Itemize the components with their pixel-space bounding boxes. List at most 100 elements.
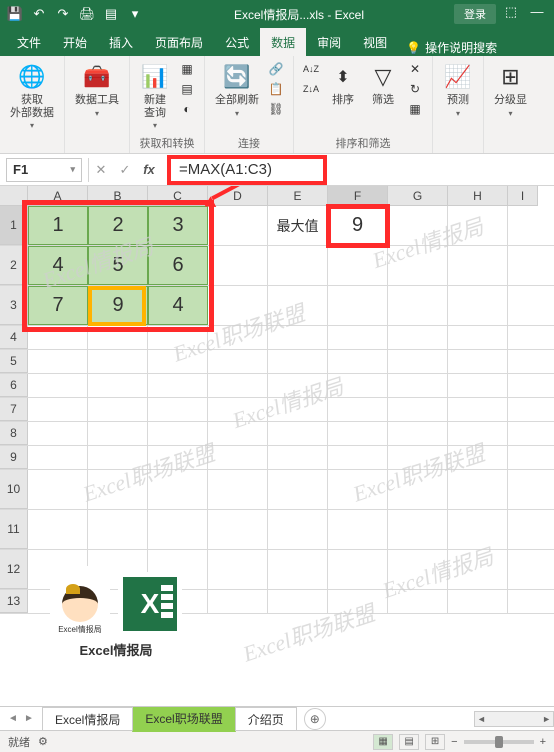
- accessibility-icon[interactable]: ⚙: [38, 735, 48, 748]
- rowhead-10[interactable]: 10: [0, 470, 28, 509]
- col-H[interactable]: H: [448, 186, 508, 206]
- enter-icon[interactable]: ✓: [113, 162, 137, 178]
- horizontal-scrollbar[interactable]: ◄ ►: [474, 711, 554, 727]
- cell-H3[interactable]: [448, 286, 508, 325]
- scroll-right-icon[interactable]: ►: [542, 714, 551, 724]
- login-button[interactable]: 登录: [454, 4, 496, 24]
- cell-C2[interactable]: 6: [148, 246, 208, 285]
- view-normal-icon[interactable]: ▦: [373, 734, 393, 750]
- minimize-icon[interactable]: —: [526, 4, 548, 24]
- rowhead-6[interactable]: 6: [0, 374, 28, 397]
- view-page-layout-icon[interactable]: ▤: [399, 734, 419, 750]
- undo-icon[interactable]: ↶: [30, 5, 48, 23]
- tell-me[interactable]: 💡 操作说明搜索: [406, 39, 497, 56]
- cell-G1[interactable]: [388, 206, 448, 245]
- connections-icon[interactable]: 🔗: [267, 60, 285, 78]
- tab-home[interactable]: 开始: [52, 28, 98, 56]
- filter-button[interactable]: ▽ 筛选: [366, 60, 400, 109]
- ribbon-options-icon[interactable]: ⬚: [500, 4, 522, 24]
- rowhead-3[interactable]: 3: [0, 286, 28, 325]
- get-external-data-button[interactable]: 🌐 获取 外部数据 ▾: [8, 60, 56, 132]
- rowhead-5[interactable]: 5: [0, 350, 28, 373]
- rowhead-11[interactable]: 11: [0, 510, 28, 549]
- rowhead-12[interactable]: 12: [0, 550, 28, 589]
- qat-dropdown-icon[interactable]: ▾: [126, 5, 144, 23]
- reapply-icon[interactable]: ↻: [406, 80, 424, 98]
- col-I[interactable]: I: [508, 186, 538, 206]
- sheet-tab-3[interactable]: 介绍页: [235, 707, 297, 731]
- col-F[interactable]: F: [328, 186, 388, 206]
- add-sheet-button[interactable]: ⊕: [304, 708, 326, 730]
- cell-F1[interactable]: 9: [328, 206, 388, 245]
- cell-F2[interactable]: [328, 246, 388, 285]
- rowhead-8[interactable]: 8: [0, 422, 28, 445]
- cell-H1[interactable]: [448, 206, 508, 245]
- sort-desc-icon[interactable]: Z↓A: [302, 80, 320, 98]
- tab-file[interactable]: 文件: [6, 28, 52, 56]
- cell-D2[interactable]: [208, 246, 268, 285]
- zoom-slider[interactable]: [464, 740, 534, 744]
- sheet-tab-1[interactable]: Excel情报局: [42, 707, 133, 731]
- tab-data[interactable]: 数据: [260, 28, 306, 56]
- cell-E3[interactable]: [268, 286, 328, 325]
- cell-D1[interactable]: [208, 206, 268, 245]
- col-A[interactable]: A: [28, 186, 88, 206]
- subtotal-button[interactable]: ⊞ 分级显 ▾: [492, 60, 529, 120]
- cell-C1[interactable]: 3: [148, 206, 208, 245]
- new-query-button[interactable]: 📊 新建 查询 ▾: [138, 60, 172, 132]
- rowhead-7[interactable]: 7: [0, 398, 28, 421]
- cell-A1[interactable]: 1: [28, 206, 88, 245]
- cell-F3[interactable]: [328, 286, 388, 325]
- zoom-in-icon[interactable]: +: [540, 736, 546, 748]
- tab-review[interactable]: 审阅: [306, 28, 352, 56]
- recent-sources-icon[interactable]: ◐: [178, 100, 196, 118]
- sheet-nav-next-icon[interactable]: ►: [22, 713, 36, 724]
- cell-A3[interactable]: 7: [28, 286, 88, 325]
- refresh-all-button[interactable]: 🔄 全部刷新 ▾: [213, 60, 261, 120]
- view-page-break-icon[interactable]: ⊞: [425, 734, 445, 750]
- properties-icon[interactable]: 📋: [267, 80, 285, 98]
- col-G[interactable]: G: [388, 186, 448, 206]
- cell-G3[interactable]: [388, 286, 448, 325]
- from-table-icon[interactable]: ▤: [178, 80, 196, 98]
- scroll-left-icon[interactable]: ◄: [477, 714, 486, 724]
- save-icon[interactable]: 💾: [6, 5, 24, 23]
- data-tools-button[interactable]: 🧰 数据工具 ▾: [73, 60, 121, 120]
- rowhead-1[interactable]: 1: [0, 206, 28, 245]
- rowhead-9[interactable]: 9: [0, 446, 28, 469]
- tab-formula[interactable]: 公式: [214, 28, 260, 56]
- tab-insert[interactable]: 插入: [98, 28, 144, 56]
- cell-B2[interactable]: 5: [88, 246, 148, 285]
- zoom-out-icon[interactable]: −: [451, 736, 457, 748]
- cell-D3[interactable]: [208, 286, 268, 325]
- sort-button[interactable]: ⬍ 排序: [326, 60, 360, 109]
- forecast-button[interactable]: 📈 预测 ▾: [441, 60, 475, 120]
- rowhead-13[interactable]: 13: [0, 590, 28, 613]
- col-B[interactable]: B: [88, 186, 148, 206]
- col-C[interactable]: C: [148, 186, 208, 206]
- rowhead-4[interactable]: 4: [0, 326, 28, 349]
- cancel-icon[interactable]: ✕: [89, 162, 113, 178]
- sheet-nav-prev-icon[interactable]: ◄: [6, 713, 20, 724]
- cell-G2[interactable]: [388, 246, 448, 285]
- cell-A4[interactable]: [28, 326, 88, 349]
- cell-B3[interactable]: 9: [88, 286, 148, 325]
- col-E[interactable]: E: [268, 186, 328, 206]
- edit-links-icon[interactable]: ⛓: [267, 100, 285, 118]
- formula-bar-highlight[interactable]: =MAX(A1:C3): [167, 155, 327, 185]
- show-queries-icon[interactable]: ▦: [178, 60, 196, 78]
- tab-layout[interactable]: 页面布局: [144, 28, 214, 56]
- redo-icon[interactable]: ↷: [54, 5, 72, 23]
- cell-C3[interactable]: 4: [148, 286, 208, 325]
- cell-H2[interactable]: [448, 246, 508, 285]
- print-preview-icon[interactable]: 🖨: [78, 5, 96, 23]
- cell-A2[interactable]: 4: [28, 246, 88, 285]
- cell-B1[interactable]: 2: [88, 206, 148, 245]
- tab-view[interactable]: 视图: [352, 28, 398, 56]
- name-box[interactable]: F1 ▾: [6, 158, 82, 182]
- sort-asc-icon[interactable]: A↓Z: [302, 60, 320, 78]
- select-all-corner[interactable]: [0, 186, 28, 206]
- new-file-icon[interactable]: ▤: [102, 5, 120, 23]
- clear-filter-icon[interactable]: ✕: [406, 60, 424, 78]
- cell-E2[interactable]: [268, 246, 328, 285]
